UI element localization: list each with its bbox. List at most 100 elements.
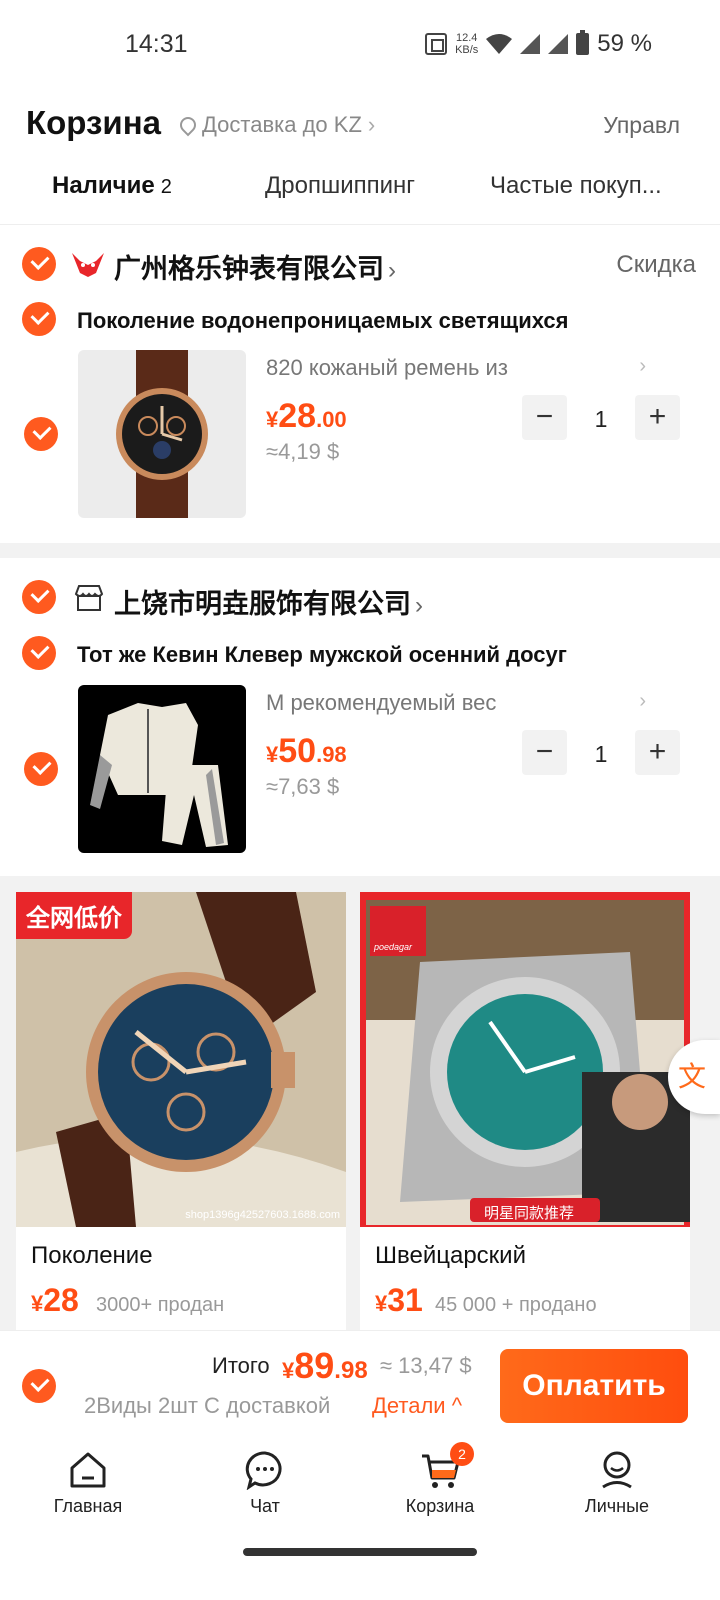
product-title[interactable]: Поколение водонепроницаемых светящихся xyxy=(77,308,569,334)
battery-icon xyxy=(576,30,590,55)
increase-quantity-button[interactable]: + xyxy=(635,395,680,440)
chevron-right-icon: › xyxy=(639,690,646,712)
brand-label: poedagar xyxy=(374,942,413,952)
quantity-value[interactable]: 1 xyxy=(581,741,621,768)
select-all-checkbox[interactable] xyxy=(22,1369,56,1403)
price-decimal: .98 xyxy=(316,742,347,767)
page-title: Корзина xyxy=(26,104,161,141)
nav-chat[interactable]: Чат xyxy=(205,1450,325,1517)
cart-badge: 2 xyxy=(450,1442,474,1466)
product-price: ¥50.98 xyxy=(266,732,347,771)
quantity-value[interactable]: 1 xyxy=(581,406,621,433)
image-watermark: shop1396g42527603.1688.com xyxy=(185,1209,340,1221)
shop-name[interactable]: 上饶市明垚服饰有限公司 › xyxy=(114,582,423,621)
nav-chat-label: Чат xyxy=(250,1496,280,1516)
nav-profile-label: Личные xyxy=(584,1496,650,1516)
shop-card: 广州格乐钟表有限公司 › Скидка Поколение водонепрони… xyxy=(0,225,720,543)
chevron-right-icon: › xyxy=(415,592,423,619)
shop-card: 上饶市明垚服饰有限公司 › Тот же Кевин Клевер мужской… xyxy=(0,558,720,876)
decrease-quantity-button[interactable]: − xyxy=(522,730,567,775)
location-pin-icon xyxy=(176,113,200,137)
nav-cart[interactable]: 2 Корзина xyxy=(380,1442,500,1517)
price-currency: ¥ xyxy=(266,742,279,767)
nfc-icon xyxy=(425,33,448,55)
recommendation-image: poedagar 明星同款推荐 xyxy=(360,892,690,1227)
store-icon xyxy=(74,585,104,611)
delivery-label: Доставка до KZ xyxy=(202,112,362,137)
home-indicator[interactable] xyxy=(243,1548,477,1556)
tab-dropshipping[interactable]: Дропшиппинг xyxy=(265,172,415,200)
status-time: 14:31 xyxy=(125,30,188,58)
watch-image xyxy=(16,892,346,1227)
price-currency: ¥ xyxy=(266,407,279,432)
product-checkbox[interactable] xyxy=(24,752,58,786)
network-speed-unit: KB/s xyxy=(455,44,479,56)
total-price: ¥89.98 xyxy=(282,1345,368,1387)
pay-button[interactable]: Оплатить xyxy=(500,1349,688,1423)
home-icon xyxy=(68,1450,108,1490)
recommendation-name: Поколение xyxy=(31,1242,153,1269)
decrease-quantity-button[interactable]: − xyxy=(522,395,567,440)
price-decimal: .98 xyxy=(334,1357,368,1384)
recommendation-price: ¥31 xyxy=(375,1282,423,1319)
increase-quantity-button[interactable]: + xyxy=(635,730,680,775)
nav-profile[interactable]: Личные xyxy=(557,1450,677,1517)
product-title[interactable]: Тот же Кевин Клевер мужской осенний досу… xyxy=(77,642,567,668)
product-checkbox[interactable] xyxy=(24,417,58,451)
checkout-bar: Итого ¥89.98 ≈ 13,47 $ 2Виды 2шт С доста… xyxy=(0,1330,720,1440)
status-bar: 14:31 12.4 KB/s 59 % xyxy=(0,0,720,90)
total-summary: 2Виды 2шт С доставкой xyxy=(84,1393,331,1418)
product-thumbnail[interactable] xyxy=(78,350,246,518)
chat-icon xyxy=(245,1450,285,1491)
product-group-checkbox[interactable] xyxy=(22,636,56,670)
price-integer: 89 xyxy=(294,1345,335,1386)
price-currency: ¥ xyxy=(375,1291,388,1316)
product-thumbnail[interactable] xyxy=(78,685,246,853)
recommendation-card[interactable]: 全网低价 shop1396g42527603.1688.com Поколени… xyxy=(16,892,346,1342)
product-price: ¥28.00 xyxy=(266,397,347,436)
product-group-checkbox[interactable] xyxy=(22,302,56,336)
shop-name-text: 上饶市明垚服饰有限公司 xyxy=(114,589,411,619)
recommendation-image: 全网低价 shop1396g42527603.1688.com xyxy=(16,892,346,1227)
sold-count: 3000+ продан xyxy=(96,1294,225,1316)
network-speed: 12.4 KB/s xyxy=(455,32,478,56)
shop-checkbox[interactable] xyxy=(22,580,56,614)
bottom-nav: Главная Чат 2 Корзина Личные xyxy=(0,1440,720,1530)
tab-frequent[interactable]: Частые покуп... xyxy=(490,172,662,200)
total-label: Итого xyxy=(212,1353,270,1378)
details-toggle[interactable]: Детали ^ xyxy=(372,1393,462,1419)
nav-cart-label: Корзина xyxy=(405,1496,475,1516)
gesture-area xyxy=(0,1530,720,1600)
nav-home[interactable]: Главная xyxy=(28,1450,148,1517)
signal-icon xyxy=(520,34,541,54)
wifi-icon xyxy=(486,34,513,54)
price-integer: 28 xyxy=(43,1282,79,1318)
price-decimal: .00 xyxy=(316,407,347,432)
battery-level: 59 % xyxy=(597,30,652,57)
delivery-selector[interactable]: Доставка до KZ › xyxy=(176,112,375,138)
nav-home-label: Главная xyxy=(53,1496,123,1516)
status-icons: 12.4 KB/s 59 % xyxy=(425,30,652,58)
recommendation-name: Швейцарский xyxy=(375,1242,526,1269)
recommendation-price: ¥28 xyxy=(31,1282,79,1319)
price-currency: ¥ xyxy=(31,1291,44,1316)
price-approx: ≈7,63 $ xyxy=(266,774,340,799)
price-integer: 28 xyxy=(278,397,317,435)
celebrity-badge: 明星同款推荐 xyxy=(484,1205,575,1222)
product-variant[interactable]: M рекомендуемый вес xyxy=(266,690,496,716)
manage-button[interactable]: Управл xyxy=(603,112,680,139)
price-approx: ≈4,19 $ xyxy=(266,439,340,464)
low-price-badge: 全网低价 xyxy=(16,892,132,939)
tab-available[interactable]: Наличие 2 xyxy=(52,172,172,200)
cart-header: Корзина Доставка до KZ › Управл Наличие 2… xyxy=(0,90,720,225)
shop-name[interactable]: 广州格乐钟表有限公司 › xyxy=(114,247,396,286)
tab-available-count: 2 xyxy=(160,176,172,198)
cart-tabs: Наличие 2 Дропшиппинг Частые покуп... xyxy=(0,172,720,217)
tracksuit-image xyxy=(90,703,228,847)
shop-checkbox[interactable] xyxy=(22,247,56,281)
discount-button[interactable]: Скидка xyxy=(616,251,696,279)
sold-count: 45 000 + продано xyxy=(435,1294,597,1316)
product-variant[interactable]: 820 кожаный ремень из xyxy=(266,355,508,381)
watch-image xyxy=(116,350,208,518)
recommendation-card[interactable]: poedagar 明星同款推荐 Швейцарский ¥31 45 000 +… xyxy=(360,892,690,1342)
